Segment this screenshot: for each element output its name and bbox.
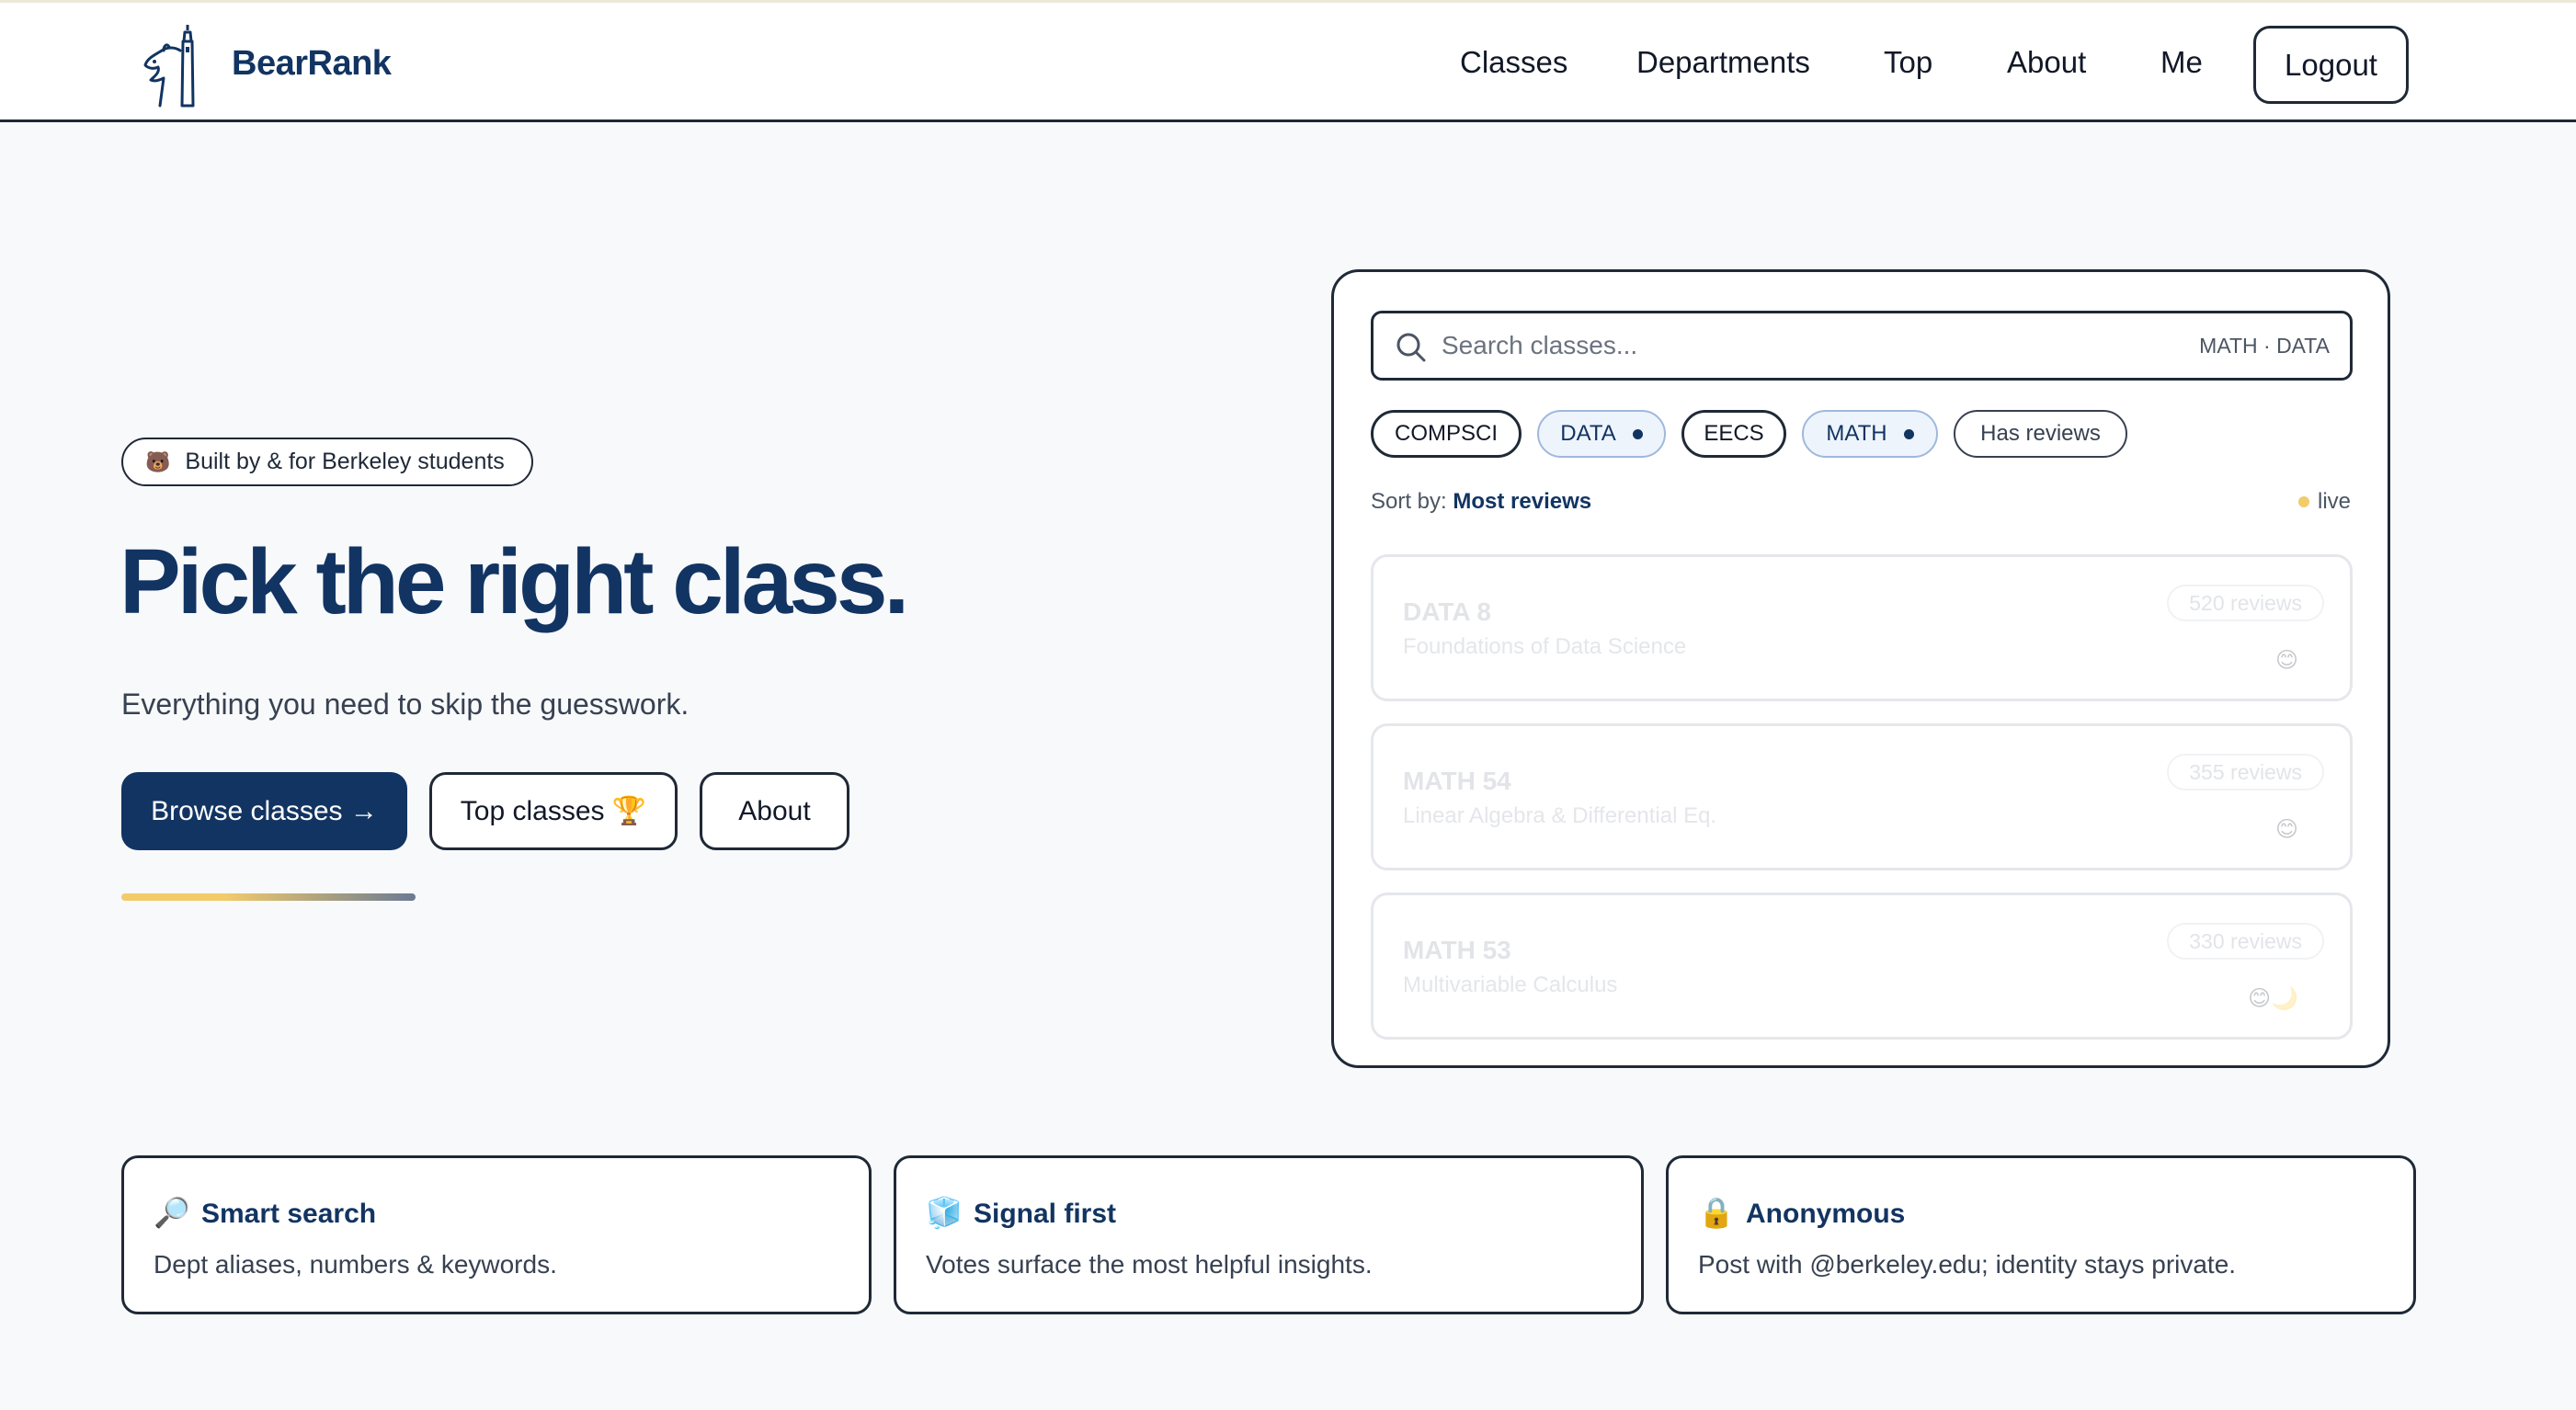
logout-button[interactable]: Logout — [2253, 26, 2409, 104]
chip-compsci[interactable]: COMPSCI — [1371, 410, 1522, 458]
browse-classes-button[interactable]: Browse classes → — [121, 772, 407, 850]
brand-name[interactable]: BearRank — [232, 44, 392, 84]
cube-icon: 🧊 — [926, 1195, 963, 1230]
chip-label: Has reviews — [1980, 421, 2101, 446]
review-count-badge: 330 reviews — [2167, 923, 2324, 960]
sort-prefix: Sort by: — [1371, 489, 1447, 514]
review-count-badge: 355 reviews — [2167, 754, 2324, 790]
search-hint: MATH · DATA — [2199, 334, 2330, 358]
chip-eecs[interactable]: EECS — [1681, 410, 1786, 458]
review-count-badge: 520 reviews — [2167, 585, 2324, 621]
sort-value[interactable]: Most reviews — [1453, 489, 1591, 514]
search-input[interactable] — [1442, 313, 2159, 378]
class-search-panel: MATH · DATA COMPSCI DATA EECS MATH Has r… — [1331, 269, 2390, 1068]
feature-description: Dept aliases, numbers & keywords. — [154, 1250, 557, 1279]
bear-campanile-logo-icon[interactable] — [140, 23, 211, 108]
class-name: Linear Algebra & Differential Eq. — [1403, 803, 1717, 828]
smile-emoji-icon: 😊 — [2274, 647, 2298, 673]
nav-me[interactable]: Me — [2160, 45, 2203, 80]
sort-control[interactable]: Sort by: Most reviews — [1371, 489, 1591, 515]
chip-label: DATA — [1560, 421, 1616, 446]
chip-has-reviews[interactable]: Has reviews — [1954, 410, 2127, 458]
feature-description: Votes surface the most helpful insights. — [926, 1250, 1373, 1279]
top-classes-button[interactable]: Top classes 🏆 — [429, 772, 678, 850]
smile-emoji-icon: 😊 — [2274, 816, 2298, 842]
feature-signal-first: 🧊 Signal first Votes surface the most he… — [894, 1155, 1644, 1314]
badge-text: Built by & for Berkeley students — [185, 449, 505, 474]
hero-title: Pick the right class. — [120, 530, 909, 633]
nav-departments[interactable]: Departments — [1636, 45, 1810, 80]
class-name: Multivariable Calculus — [1403, 972, 1618, 997]
about-button[interactable]: About — [700, 772, 849, 850]
nav-classes[interactable]: Classes — [1460, 45, 1567, 80]
lock-icon: 🔒 — [1698, 1195, 1735, 1230]
class-card-math-54[interactable]: MATH 54 Linear Algebra & Differential Eq… — [1371, 723, 2353, 870]
selected-dot-icon — [1903, 428, 1914, 439]
chip-label: MATH — [1826, 421, 1887, 446]
class-code: DATA 8 — [1403, 597, 1491, 626]
bear-icon: 🐻 — [145, 449, 171, 473]
live-label: live — [2317, 489, 2351, 514]
live-dot-icon — [2297, 496, 2309, 507]
selected-dot-icon — [1632, 428, 1643, 439]
students-badge: 🐻 Built by & for Berkeley students — [121, 438, 533, 486]
class-card-data-8[interactable]: DATA 8 Foundations of Data Science 520 r… — [1371, 554, 2353, 701]
feature-description: Post with @berkeley.edu; identity stays … — [1698, 1250, 2237, 1279]
feature-title: Smart search — [201, 1199, 377, 1229]
magnifier-icon: 🔎 — [154, 1195, 190, 1230]
top-nav-bar: BearRank Classes Departments Top About M… — [0, 0, 2576, 122]
chip-math[interactable]: MATH — [1802, 410, 1938, 458]
smile-emoji-icon: 😊🌙 — [2248, 985, 2298, 1011]
chip-label: EECS — [1704, 421, 1764, 446]
chip-data[interactable]: DATA — [1537, 410, 1666, 458]
nav-top[interactable]: Top — [1884, 45, 1932, 80]
search-box[interactable]: MATH · DATA — [1371, 311, 2353, 381]
feature-title: Anonymous — [1746, 1199, 1906, 1229]
class-code: MATH 54 — [1403, 767, 1511, 795]
chip-label: COMPSCI — [1394, 421, 1498, 446]
nav-about[interactable]: About — [2007, 45, 2086, 80]
hero-subtitle: Everything you need to skip the guesswor… — [121, 688, 690, 721]
feature-title: Signal first — [974, 1199, 1117, 1229]
feature-anonymous: 🔒 Anonymous Post with @berkeley.edu; ide… — [1666, 1155, 2416, 1314]
class-code: MATH 53 — [1403, 936, 1511, 964]
search-icon — [1396, 333, 1426, 362]
accent-divider — [121, 893, 416, 901]
class-name: Foundations of Data Science — [1403, 634, 1687, 659]
live-indicator: live — [2297, 489, 2351, 515]
class-card-math-53[interactable]: MATH 53 Multivariable Calculus 330 revie… — [1371, 893, 2353, 1040]
feature-smart-search: 🔎 Smart search Dept aliases, numbers & k… — [121, 1155, 872, 1314]
